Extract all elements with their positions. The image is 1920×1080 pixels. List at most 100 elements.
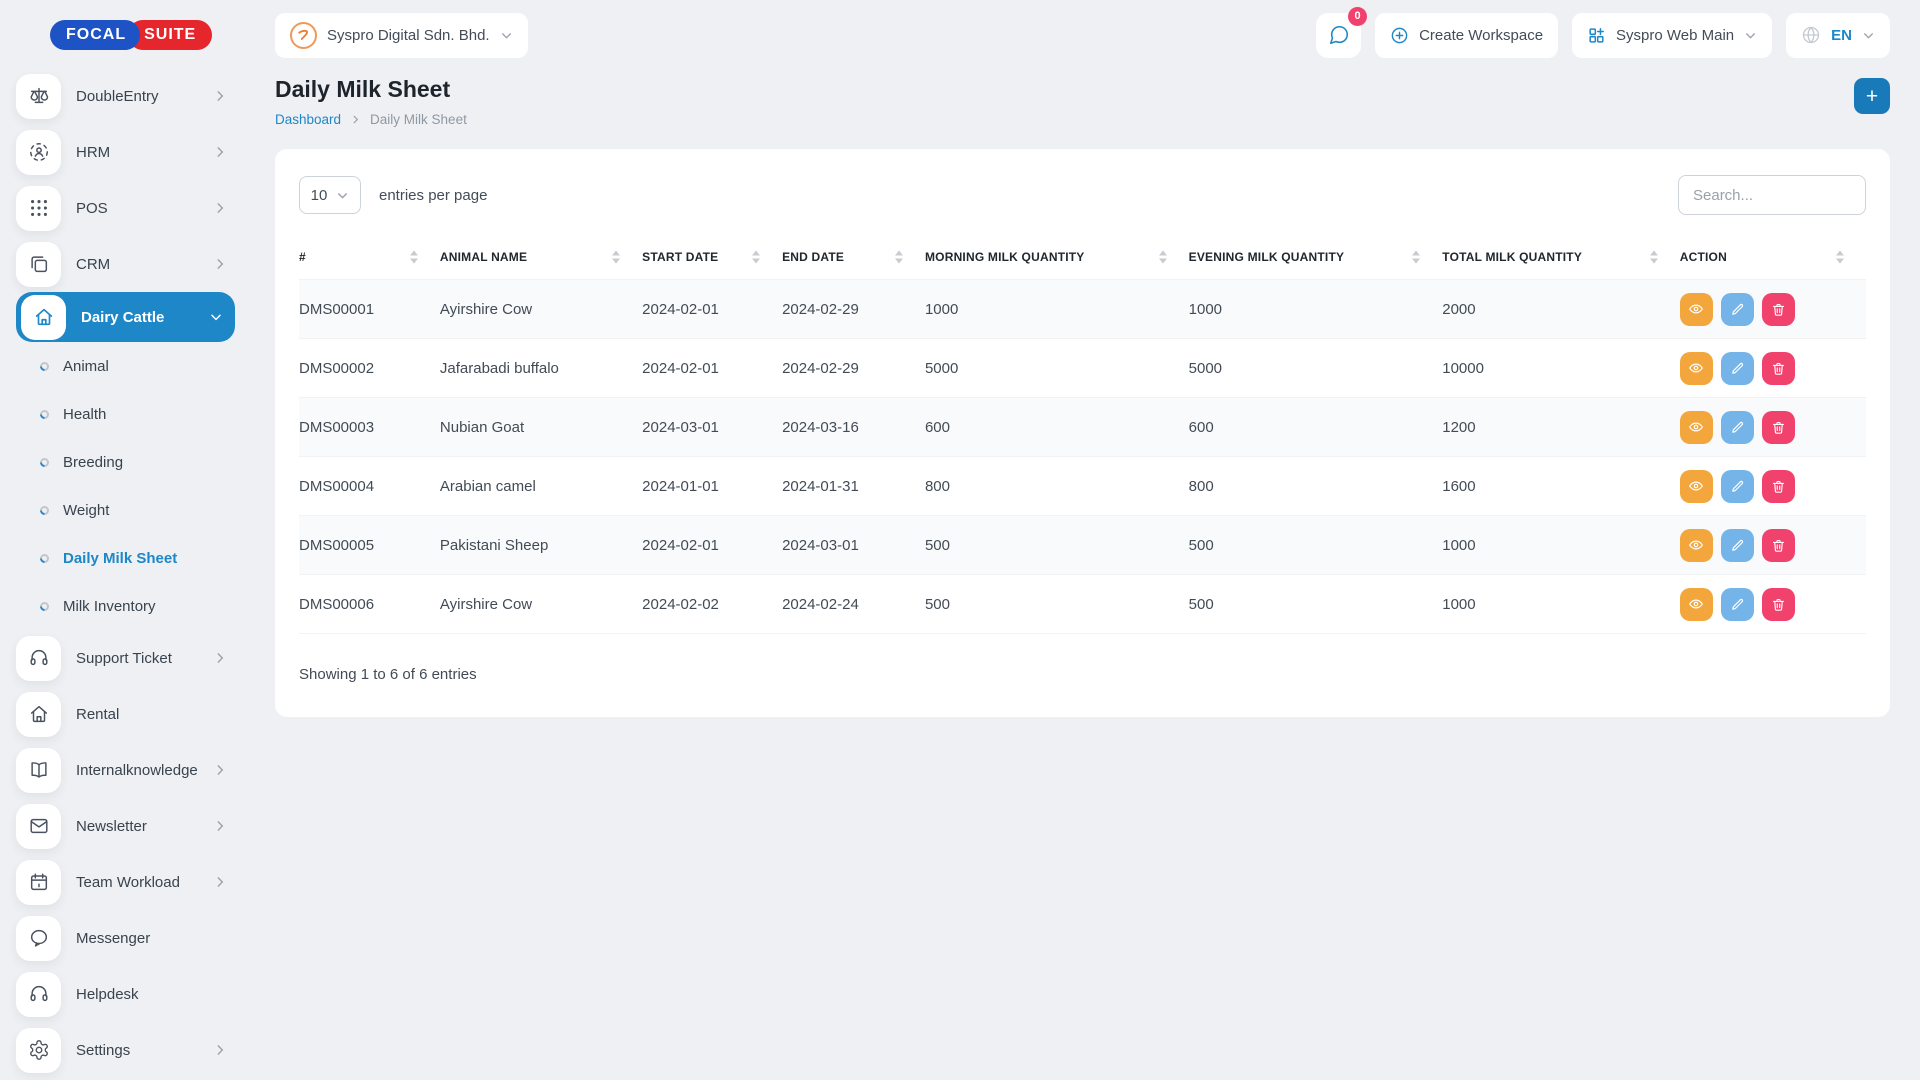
language-selector[interactable]: EN — [1786, 13, 1890, 58]
logo-suite: SUITE — [128, 20, 212, 50]
sidebar-subitem-label: Health — [63, 406, 106, 423]
column-header-start-date[interactable]: START DATE — [642, 235, 782, 280]
eye-icon — [1688, 537, 1704, 553]
column-header-action[interactable]: ACTION — [1680, 235, 1866, 280]
sort-icon[interactable] — [612, 251, 620, 264]
sidebar-item-label: Support Ticket — [76, 650, 198, 667]
edit-button[interactable] — [1721, 529, 1754, 562]
sidebar-subitem-weight[interactable]: Weight — [16, 486, 235, 534]
messages-button[interactable]: 0 — [1316, 13, 1361, 58]
sort-icon[interactable] — [1836, 251, 1844, 264]
sort-icon[interactable] — [1650, 251, 1658, 264]
bullet-icon — [38, 408, 51, 421]
mail-icon — [16, 804, 61, 849]
sidebar-item-settings[interactable]: Settings — [16, 1022, 235, 1078]
table-footer-summary: Showing 1 to 6 of 6 entries — [299, 666, 1866, 683]
sidebar-subitem-animal[interactable]: Animal — [16, 342, 235, 390]
sort-icon[interactable] — [895, 251, 903, 264]
trash-icon — [1771, 597, 1786, 612]
column-header-morning-milk[interactable]: MORNING MILK QUANTITY — [925, 235, 1189, 280]
pencil-icon — [1730, 361, 1745, 376]
view-button[interactable] — [1680, 293, 1713, 326]
sidebar-item-label: Helpdesk — [76, 986, 227, 1003]
entries-per-page-label: entries per page — [379, 187, 487, 204]
column-header-total-milk[interactable]: TOTAL MILK QUANTITY — [1442, 235, 1680, 280]
cell-animal: Jafarabadi buffalo — [440, 339, 642, 398]
eye-icon — [1688, 419, 1704, 435]
edit-button[interactable] — [1721, 352, 1754, 385]
eye-icon — [1688, 360, 1704, 376]
sort-icon[interactable] — [1159, 251, 1167, 264]
sidebar-item-label: Dairy Cattle — [81, 309, 194, 326]
calendar-icon — [16, 860, 61, 905]
chevron-right-icon — [213, 651, 227, 665]
delete-button[interactable] — [1762, 352, 1795, 385]
edit-button[interactable] — [1721, 588, 1754, 621]
sidebar-subitem-health[interactable]: Health — [16, 390, 235, 438]
view-button[interactable] — [1680, 352, 1713, 385]
cell-total: 1200 — [1442, 398, 1680, 457]
search-input[interactable] — [1678, 175, 1866, 215]
cell-evening: 5000 — [1189, 339, 1443, 398]
home-icon — [21, 295, 66, 340]
sidebar-item-crm[interactable]: CRM — [16, 236, 235, 292]
sidebar-item-team-workload[interactable]: Team Workload — [16, 854, 235, 910]
chevron-right-icon — [213, 875, 227, 889]
app-logo[interactable]: FOCAL SUITE — [50, 20, 212, 50]
sidebar-subitem-daily-milk-sheet[interactable]: Daily Milk Sheet — [16, 534, 235, 582]
cell-id: DMS00006 — [299, 575, 440, 634]
sort-icon[interactable] — [1412, 251, 1420, 264]
breadcrumb-dashboard-link[interactable]: Dashboard — [275, 112, 341, 127]
delete-button[interactable] — [1762, 470, 1795, 503]
sidebar-item-label: Internalknowledge — [76, 762, 198, 779]
sidebar-item-internalknowledge[interactable]: Internalknowledge — [16, 742, 235, 798]
workspace-selector[interactable]: Syspro Digital Sdn. Bhd. — [275, 13, 528, 58]
sidebar-item-messenger[interactable]: Messenger — [16, 910, 235, 966]
row-actions — [1680, 411, 1856, 444]
cell-evening: 500 — [1189, 516, 1443, 575]
sort-icon[interactable] — [752, 251, 760, 264]
sidebar-subitem-milk-inventory[interactable]: Milk Inventory — [16, 582, 235, 630]
sidebar-item-hrm[interactable]: HRM — [16, 124, 235, 180]
sidebar-item-rental[interactable]: Rental — [16, 686, 235, 742]
page-size-select[interactable]: 10 — [299, 176, 361, 214]
sidebar-item-pos[interactable]: POS — [16, 180, 235, 236]
grid-plus-icon — [1587, 26, 1606, 45]
view-button[interactable] — [1680, 470, 1713, 503]
sidebar-subitem-breeding[interactable]: Breeding — [16, 438, 235, 486]
create-workspace-button[interactable]: Create Workspace — [1375, 13, 1558, 58]
sidebar-item-doubleentry[interactable]: DoubleEntry — [16, 68, 235, 124]
plus-circle-icon — [1390, 26, 1409, 45]
main-area: Syspro Digital Sdn. Bhd. 0 Create Worksp… — [245, 0, 1920, 1080]
add-record-button[interactable]: + — [1854, 78, 1890, 114]
column-header-end-date[interactable]: END DATE — [782, 235, 925, 280]
edit-button[interactable] — [1721, 411, 1754, 444]
chevron-right-icon — [213, 257, 227, 271]
sidebar-item-label: HRM — [76, 144, 198, 161]
view-button[interactable] — [1680, 529, 1713, 562]
cell-start: 2024-02-01 — [642, 339, 782, 398]
sidebar-item-dairy-cattle[interactable]: Dairy Cattle — [16, 292, 235, 342]
delete-button[interactable] — [1762, 529, 1795, 562]
app-switcher[interactable]: Syspro Web Main — [1572, 13, 1772, 58]
view-button[interactable] — [1680, 588, 1713, 621]
bullet-icon — [38, 600, 51, 613]
sort-icon[interactable] — [410, 251, 418, 264]
column-header-id[interactable]: # — [299, 235, 440, 280]
delete-button[interactable] — [1762, 293, 1795, 326]
edit-button[interactable] — [1721, 293, 1754, 326]
chevron-down-icon — [500, 29, 513, 42]
delete-button[interactable] — [1762, 588, 1795, 621]
cell-animal: Pakistani Sheep — [440, 516, 642, 575]
edit-button[interactable] — [1721, 470, 1754, 503]
sidebar-item-helpdesk[interactable]: Helpdesk — [16, 966, 235, 1022]
table-controls: 10 entries per page — [299, 175, 1866, 215]
view-button[interactable] — [1680, 411, 1713, 444]
delete-button[interactable] — [1762, 411, 1795, 444]
sidebar-item-support-ticket[interactable]: Support Ticket — [16, 630, 235, 686]
column-header-animal-name[interactable]: ANIMAL NAME — [440, 235, 642, 280]
sidebar-item-newsletter[interactable]: Newsletter — [16, 798, 235, 854]
row-actions — [1680, 352, 1856, 385]
column-header-evening-milk[interactable]: EVENING MILK QUANTITY — [1189, 235, 1443, 280]
bullet-icon — [38, 360, 51, 373]
